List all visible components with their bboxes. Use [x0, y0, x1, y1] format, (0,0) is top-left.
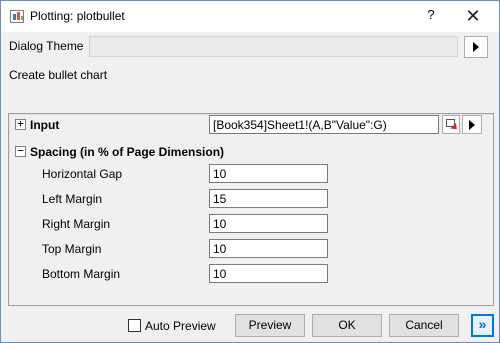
- right-margin-field[interactable]: 10: [209, 214, 328, 233]
- top-margin-label: Top Margin: [42, 242, 102, 256]
- auto-preview-checkbox[interactable]: [128, 319, 141, 332]
- close-icon[interactable]: ✕: [459, 5, 487, 27]
- triangle-right-icon: [473, 42, 479, 52]
- left-margin-field[interactable]: 15: [209, 189, 328, 208]
- bottom-margin-label: Bottom Margin: [42, 267, 121, 281]
- select-range-icon[interactable]: [442, 115, 460, 134]
- input-range-field[interactable]: [Book354]Sheet1!(A,B"Value":G): [209, 115, 439, 134]
- ok-button[interactable]: OK: [312, 314, 382, 337]
- triangle-right-icon: [469, 120, 475, 130]
- bottom-margin-field[interactable]: 10: [209, 264, 328, 283]
- expand-dialog-icon[interactable]: »: [471, 314, 494, 337]
- help-icon[interactable]: ?: [421, 7, 441, 25]
- right-margin-label: Right Margin: [42, 217, 111, 231]
- dialog-theme-field[interactable]: [89, 36, 458, 57]
- left-margin-label: Left Margin: [42, 192, 103, 206]
- dialog-window: Plotting: plotbullet ? ✕ Dialog Theme Cr…: [0, 0, 500, 343]
- dialog-theme-label: Dialog Theme: [9, 39, 84, 53]
- dialog-description: Create bullet chart: [9, 68, 108, 82]
- top-margin-field[interactable]: 10: [209, 239, 328, 258]
- horizontal-gap-field[interactable]: 10: [209, 164, 328, 183]
- plot-app-icon: [10, 10, 24, 23]
- input-node-label: Input: [30, 118, 60, 132]
- preview-button[interactable]: Preview: [235, 314, 305, 337]
- input-menu-button[interactable]: [462, 115, 482, 134]
- horizontal-gap-label: Horizontal Gap: [42, 167, 123, 181]
- auto-preview-label: Auto Preview: [145, 319, 216, 333]
- spacing-node-label: Spacing (in % of Page Dimension): [30, 145, 225, 159]
- window-title: Plotting: plotbullet: [30, 9, 125, 23]
- collapse-minus-icon[interactable]: −: [15, 145, 26, 157]
- expand-plus-icon[interactable]: +: [15, 118, 26, 130]
- theme-menu-button[interactable]: [464, 36, 488, 58]
- cancel-button[interactable]: Cancel: [389, 314, 459, 337]
- title-bar[interactable]: Plotting: plotbullet ? ✕: [1, 1, 499, 32]
